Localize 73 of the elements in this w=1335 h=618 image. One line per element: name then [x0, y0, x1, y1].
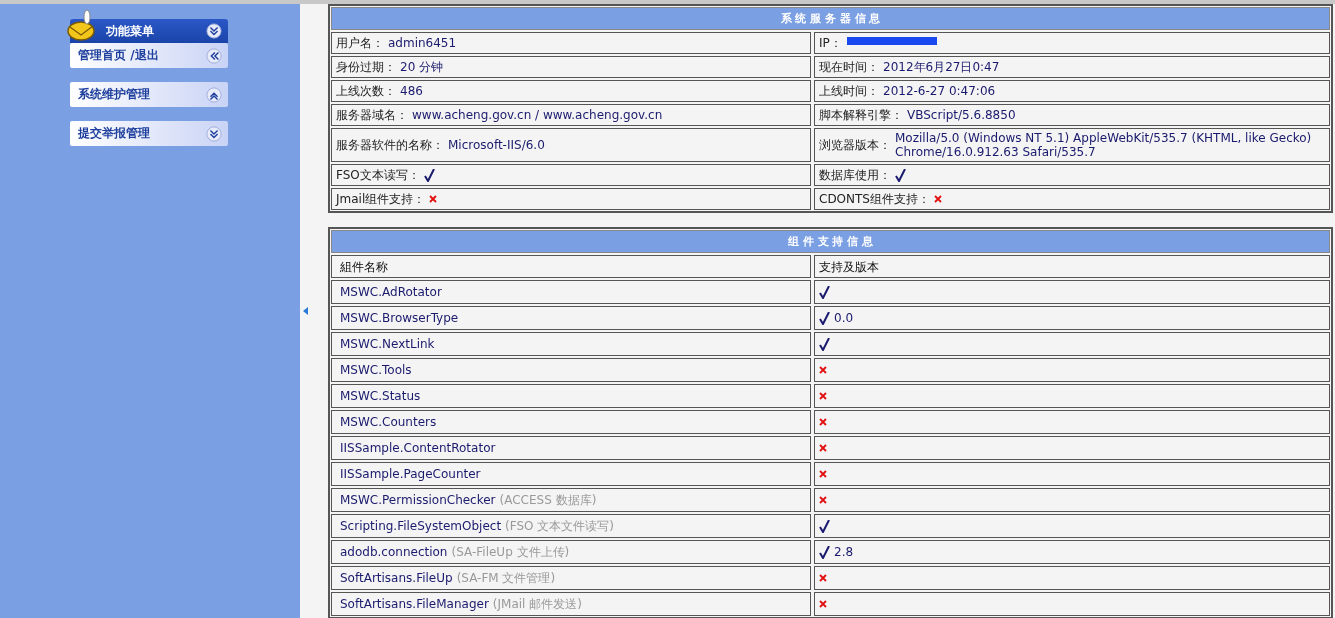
version-text: 0.0 [834, 311, 854, 325]
component-name: Scripting.FileSystemObject [340, 519, 502, 533]
cross-icon [819, 418, 827, 426]
info-label: 上线时间： [819, 84, 879, 98]
chevron-icon[interactable] [206, 86, 222, 103]
table-header: 组 件 支 持 信 息 [331, 230, 1330, 253]
component-name: MSWC.AdRotator [340, 285, 442, 299]
info-value: www.acheng.gov.cn / www.acheng.gov.cn [412, 108, 663, 122]
info-label: 现在时间： [819, 60, 879, 74]
component-name: IISSample.PageCounter [340, 467, 481, 481]
info-label: 脚本解释引擎： [819, 108, 903, 122]
info-value: VBScript/5.6.8850 [907, 108, 1016, 122]
component-note: (ACCESS 数据库) [499, 493, 597, 507]
component-name: MSWC.Counters [340, 415, 437, 429]
check-icon [423, 168, 435, 182]
info-label: Jmail组件支持： [336, 192, 426, 206]
menu-item[interactable]: 提交举报管理 [70, 121, 228, 146]
component-name: MSWC.Tools [340, 363, 412, 377]
cross-icon [819, 600, 827, 608]
info-label: CDONTS组件支持： [819, 192, 930, 206]
menu-item[interactable]: 管理首页 /退出 [70, 43, 228, 68]
menu-title: 功能菜单 [106, 22, 154, 40]
cross-icon [819, 366, 827, 374]
cross-icon [429, 195, 438, 203]
info-label: 浏览器版本： [819, 138, 891, 152]
component-name: IISSample.ContentRotator [340, 441, 496, 455]
cross-icon [934, 195, 942, 203]
info-value: Microsoft-IIS/6.0 [448, 138, 545, 152]
info-label: 数据库使用： [819, 168, 891, 182]
info-value: 486 [400, 84, 423, 98]
column-header: 組件名称 [331, 255, 811, 278]
check-icon [895, 168, 906, 182]
component-name: MSWC.NextLink [340, 337, 435, 351]
column-header: 支持及版本 [814, 255, 1330, 278]
info-label: 服务器软件的名称： [336, 138, 444, 152]
info-label: 服务器域名： [336, 108, 408, 122]
info-value: 2012-6-27 0:47:06 [883, 84, 996, 98]
check-icon [819, 545, 830, 559]
chevron-icon[interactable] [206, 23, 222, 39]
cross-icon [819, 574, 827, 582]
component-note: (SA-FM 文件管理) [456, 571, 556, 585]
info-value: Mozilla/5.0 (Windows NT 5.1) AppleWebKit/535.7 (KHTML, like Gecko) Chrome/16.0.912.63 Safari/535.7 [895, 131, 1313, 159]
info-label: 用户名： [336, 36, 384, 50]
chevron-icon[interactable] [206, 125, 222, 142]
chevron-icon[interactable] [206, 47, 222, 64]
info-label: FSO文本读写： [336, 168, 420, 182]
info-value: 2012年6月27日0:47 [883, 60, 1000, 74]
component-name: MSWC.BrowserType [340, 311, 459, 325]
cross-icon [819, 470, 827, 478]
component-name: SoftArtisans.FileUp [340, 571, 453, 585]
cross-icon [819, 496, 827, 504]
component-name: adodb.connection [340, 545, 448, 559]
cross-icon [819, 392, 827, 400]
check-icon [819, 519, 830, 533]
component-note: (SA-FileUp 文件上传) [451, 545, 570, 559]
info-label: 上线次数： [336, 84, 396, 98]
info-value: 20 分钟 [400, 60, 444, 74]
info-value: admin6451 [388, 36, 457, 50]
menu-item[interactable]: 系统维护管理 [70, 82, 228, 107]
component-note: (JMail 邮件发送) [492, 597, 582, 611]
collapse-arrow-icon[interactable] [303, 307, 308, 315]
component-name: MSWC.PermissionChecker [340, 493, 496, 507]
check-icon [819, 285, 830, 299]
version-text: 2.8 [834, 545, 854, 559]
info-label: 身份过期： [336, 60, 396, 74]
component-name: MSWC.Status [340, 389, 421, 403]
cross-icon [819, 444, 827, 452]
info-label: IP： [819, 36, 842, 50]
component-note: (FSO 文本文件读写) [505, 519, 615, 533]
check-icon [819, 311, 830, 325]
table-header: 系 统 服 务 器 信 息 [331, 7, 1330, 30]
check-icon [819, 337, 830, 351]
component-name: SoftArtisans.FileManager [340, 597, 489, 611]
